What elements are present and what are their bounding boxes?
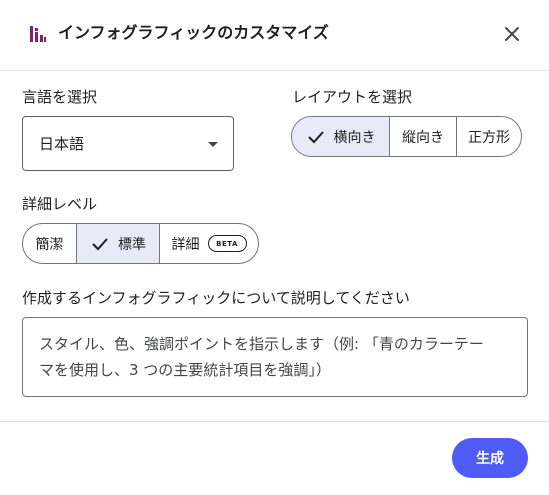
detail-option-label: 標準 (118, 236, 146, 253)
beta-badge: BETA (207, 235, 247, 252)
detail-option-label: 簡潔 (35, 236, 64, 253)
layout-label: レイアウトを選択 (292, 88, 413, 106)
description-placeholder-line: スタイル、色、強調ポイントを指示します（例: 「青のカラーテー (39, 335, 484, 353)
language-selected-value: 日本語 (39, 135, 85, 153)
description-label: 作成するインフォグラフィックについて説明してください (22, 289, 410, 307)
dialog-title: インフォグラフィックのカスタマイズ (58, 23, 329, 42)
check-icon (307, 130, 324, 143)
detail-option-detailed[interactable]: 詳細 BETA (159, 224, 258, 263)
layout-option-landscape[interactable]: 横向き (292, 117, 389, 156)
layout-option-label: 横向き (333, 129, 376, 146)
detail-option-standard[interactable]: 標準 (76, 224, 159, 263)
layout-segmented-control: 横向き 縦向き 正方形 (291, 116, 522, 157)
description-textarea[interactable]: スタイル、色、強調ポイントを指示します（例: 「青のカラーテー マを使用し、3 … (22, 317, 528, 397)
description-placeholder-line: マを使用し、3 つの主要統計項目を強調」） (39, 361, 331, 379)
detail-option-label: 詳細 (171, 236, 200, 253)
customize-infographic-dialog: インフォグラフィックのカスタマイズ 言語を選択 日本語 レイアウトを選択 横向き… (0, 0, 549, 495)
detail-level-segmented-control: 簡潔 標準 詳細 BETA (22, 223, 259, 264)
layout-option-portrait[interactable]: 縦向き (389, 117, 456, 156)
check-icon (92, 237, 108, 250)
close-icon[interactable] (504, 26, 520, 42)
detail-level-label: 詳細レベル (22, 195, 98, 213)
layout-option-label: 縦向き (402, 129, 444, 146)
footer-divider (0, 421, 549, 422)
dialog-header: インフォグラフィックのカスタマイズ (0, 0, 549, 70)
language-label: 言語を選択 (22, 88, 98, 106)
dropdown-arrow-icon (208, 142, 218, 147)
language-select[interactable]: 日本語 (22, 116, 234, 171)
header-divider (0, 70, 549, 71)
layout-option-label: 正方形 (468, 129, 510, 146)
infographic-icon (29, 25, 47, 43)
layout-option-square[interactable]: 正方形 (456, 117, 521, 156)
generate-button[interactable]: 生成 (452, 438, 528, 478)
detail-option-concise[interactable]: 簡潔 (23, 224, 76, 263)
close-button[interactable] (499, 21, 525, 47)
